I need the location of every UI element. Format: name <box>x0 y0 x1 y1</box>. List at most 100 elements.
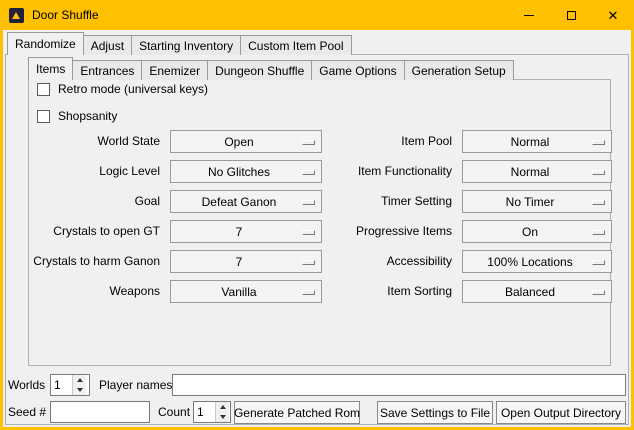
tab-enemizer[interactable]: Enemizer <box>141 60 208 80</box>
inner-tab-bar: Items Entrances Enemizer Dungeon Shuffle… <box>28 57 514 80</box>
minimize-button[interactable] <box>508 0 550 30</box>
item-pool-label: Item Pool <box>328 130 456 153</box>
tab-adjust-label: Adjust <box>91 39 124 53</box>
checkbox-shopsanity[interactable]: Shopsanity <box>37 109 117 123</box>
dropdown-indicator-icon <box>302 170 315 175</box>
dropdown-indicator-icon <box>302 260 315 265</box>
spinner-up-icon[interactable] <box>216 402 229 412</box>
maximize-button[interactable] <box>550 0 592 30</box>
tab-generation-setup[interactable]: Generation Setup <box>404 60 514 80</box>
accessibility-value: 100% Locations <box>487 255 586 269</box>
tab-starting-inventory-label: Starting Inventory <box>139 39 233 53</box>
item-functionality-value: Normal <box>511 165 564 179</box>
logic-level-value: No Glitches <box>208 165 284 179</box>
retro-mode-checkbox-box[interactable] <box>37 83 50 96</box>
world-state-dropdown[interactable]: Open <box>170 130 322 153</box>
generate-rom-button[interactable]: Generate Patched Rom <box>234 401 360 424</box>
app-icon <box>9 8 24 23</box>
checkbox-retro-mode[interactable]: Retro mode (universal keys) <box>37 82 208 96</box>
weapons-dropdown[interactable]: Vanilla <box>170 280 322 303</box>
crystals-open-gt-label: Crystals to open GT <box>30 220 164 243</box>
options-grid: World State Open Item Pool Normal Logic … <box>30 130 612 303</box>
item-functionality-label: Item Functionality <box>328 160 456 183</box>
tab-dungeon-shuffle-label: Dungeon Shuffle <box>215 64 304 78</box>
top-tab-bar: Randomize Adjust Starting Inventory Cust… <box>7 32 352 55</box>
logic-level-dropdown[interactable]: No Glitches <box>170 160 322 183</box>
dropdown-indicator-icon <box>592 140 605 145</box>
generation-row: Seed # Count Generate Patched Rom Save S… <box>3 401 631 424</box>
window: Door Shuffle ✕ Randomize Adjust Starting… <box>0 0 634 430</box>
close-icon: ✕ <box>608 9 619 22</box>
logic-level-label: Logic Level <box>30 160 164 183</box>
open-output-button[interactable]: Open Output Directory <box>496 401 626 424</box>
seed-input[interactable] <box>50 401 150 423</box>
dropdown-indicator-icon <box>302 290 315 295</box>
count-label: Count <box>158 401 190 424</box>
crystals-harm-ganon-label: Crystals to harm Ganon <box>30 250 164 273</box>
tab-game-options[interactable]: Game Options <box>311 60 404 80</box>
retro-mode-label: Retro mode (universal keys) <box>58 82 208 96</box>
worlds-spinbox[interactable] <box>50 374 90 396</box>
tab-randomize[interactable]: Randomize <box>7 32 84 55</box>
timer-setting-value: No Timer <box>506 195 569 209</box>
progressive-items-dropdown[interactable]: On <box>462 220 612 243</box>
tab-starting-inventory[interactable]: Starting Inventory <box>131 35 241 55</box>
world-state-value: Open <box>224 135 267 149</box>
tab-dungeon-shuffle[interactable]: Dungeon Shuffle <box>207 60 312 80</box>
goal-dropdown[interactable]: Defeat Ganon <box>170 190 322 213</box>
tab-items[interactable]: Items <box>28 57 73 80</box>
tab-game-options-label: Game Options <box>319 64 396 78</box>
count-spin-arrows <box>215 402 229 422</box>
window-controls: ✕ <box>508 0 634 30</box>
maximize-icon <box>567 11 576 20</box>
goal-label: Goal <box>30 190 164 213</box>
item-pool-dropdown[interactable]: Normal <box>462 130 612 153</box>
spinner-down-icon[interactable] <box>216 412 229 422</box>
worlds-label: Worlds <box>8 374 45 397</box>
dropdown-indicator-icon <box>592 260 605 265</box>
goal-value: Defeat Ganon <box>202 195 291 209</box>
accessibility-dropdown[interactable]: 100% Locations <box>462 250 612 273</box>
crystals-open-gt-dropdown[interactable]: 7 <box>170 220 322 243</box>
window-title: Door Shuffle <box>32 8 99 22</box>
crystals-harm-ganon-value: 7 <box>236 255 257 269</box>
dropdown-indicator-icon <box>592 230 605 235</box>
timer-setting-dropdown[interactable]: No Timer <box>462 190 612 213</box>
tab-entrances[interactable]: Entrances <box>72 60 142 80</box>
dropdown-indicator-icon <box>302 140 315 145</box>
save-settings-button[interactable]: Save Settings to File <box>377 401 493 424</box>
accessibility-label: Accessibility <box>328 250 456 273</box>
shopsanity-checkbox-box[interactable] <box>37 110 50 123</box>
player-names-label: Player names <box>99 374 172 397</box>
item-functionality-dropdown[interactable]: Normal <box>462 160 612 183</box>
count-input[interactable] <box>194 402 215 422</box>
timer-setting-label: Timer Setting <box>328 190 456 213</box>
tab-custom-item-pool[interactable]: Custom Item Pool <box>240 35 351 55</box>
player-names-input[interactable] <box>172 374 626 396</box>
dropdown-indicator-icon <box>302 230 315 235</box>
dropdown-indicator-icon <box>302 200 315 205</box>
tab-adjust[interactable]: Adjust <box>83 35 132 55</box>
dropdown-indicator-icon <box>592 200 605 205</box>
weapons-label: Weapons <box>30 280 164 303</box>
item-sorting-value: Balanced <box>505 285 569 299</box>
shopsanity-label: Shopsanity <box>58 109 117 123</box>
close-button[interactable]: ✕ <box>592 0 634 30</box>
crystals-harm-ganon-dropdown[interactable]: 7 <box>170 250 322 273</box>
tab-generation-setup-label: Generation Setup <box>412 64 506 78</box>
tab-items-label: Items <box>36 62 65 76</box>
weapons-value: Vanilla <box>221 285 270 299</box>
spinner-down-icon[interactable] <box>73 385 86 395</box>
client-area: Randomize Adjust Starting Inventory Cust… <box>3 30 631 427</box>
tab-custom-item-pool-label: Custom Item Pool <box>248 39 343 53</box>
spinner-up-icon[interactable] <box>73 375 86 385</box>
progressive-items-label: Progressive Items <box>328 220 456 243</box>
multiworld-row: Worlds Player names <box>3 374 631 397</box>
item-sorting-dropdown[interactable]: Balanced <box>462 280 612 303</box>
dropdown-indicator-icon <box>592 290 605 295</box>
titlebar: Door Shuffle ✕ <box>0 0 634 30</box>
count-spinbox[interactable] <box>193 401 231 423</box>
seed-label: Seed # <box>8 401 46 424</box>
tab-randomize-label: Randomize <box>15 37 76 51</box>
worlds-input[interactable] <box>51 375 72 395</box>
